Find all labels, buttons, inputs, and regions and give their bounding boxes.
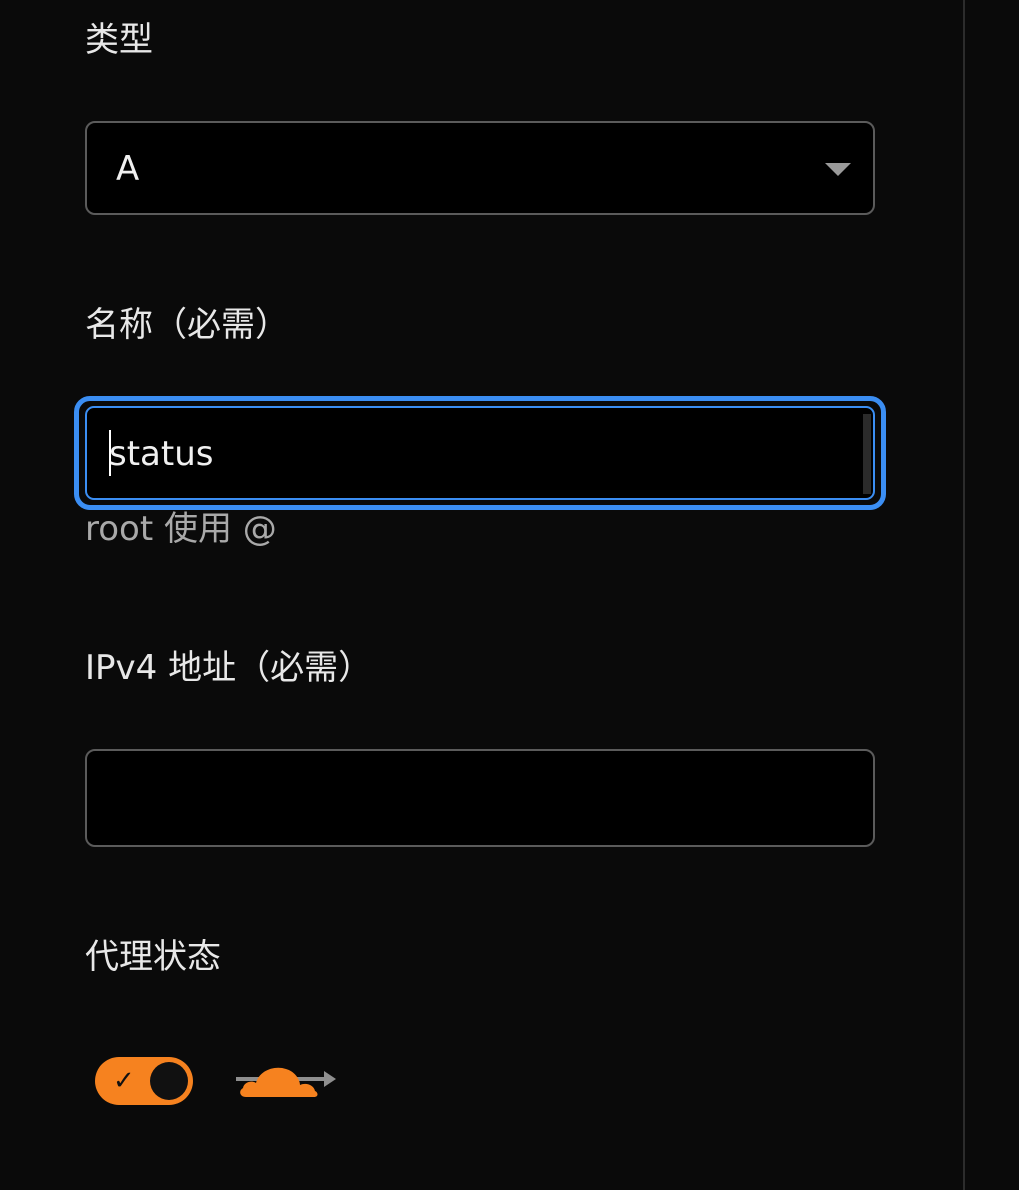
type-select-value: A — [116, 149, 140, 189]
proxy-toggle[interactable]: ✓ — [95, 1057, 193, 1105]
type-select[interactable]: A — [85, 121, 875, 215]
name-input-scrollbar — [863, 414, 871, 494]
name-input[interactable]: status — [85, 406, 875, 500]
proxied-cloud-icon — [236, 1067, 336, 1097]
toggle-knob — [150, 1062, 188, 1100]
type-label: 类型 — [85, 20, 153, 60]
ipv4-input[interactable] — [85, 749, 875, 847]
ipv4-label: IPv4 地址（必需） — [85, 648, 373, 688]
chevron-down-icon — [825, 163, 851, 176]
name-label: 名称（必需） — [85, 305, 289, 345]
check-icon: ✓ — [113, 1066, 135, 1096]
proxy-status-label: 代理状态 — [85, 937, 221, 977]
text-cursor — [109, 430, 111, 476]
name-hint: root 使用 @ — [85, 509, 277, 549]
panel-divider — [963, 0, 965, 1190]
name-input-value: status — [109, 434, 214, 474]
